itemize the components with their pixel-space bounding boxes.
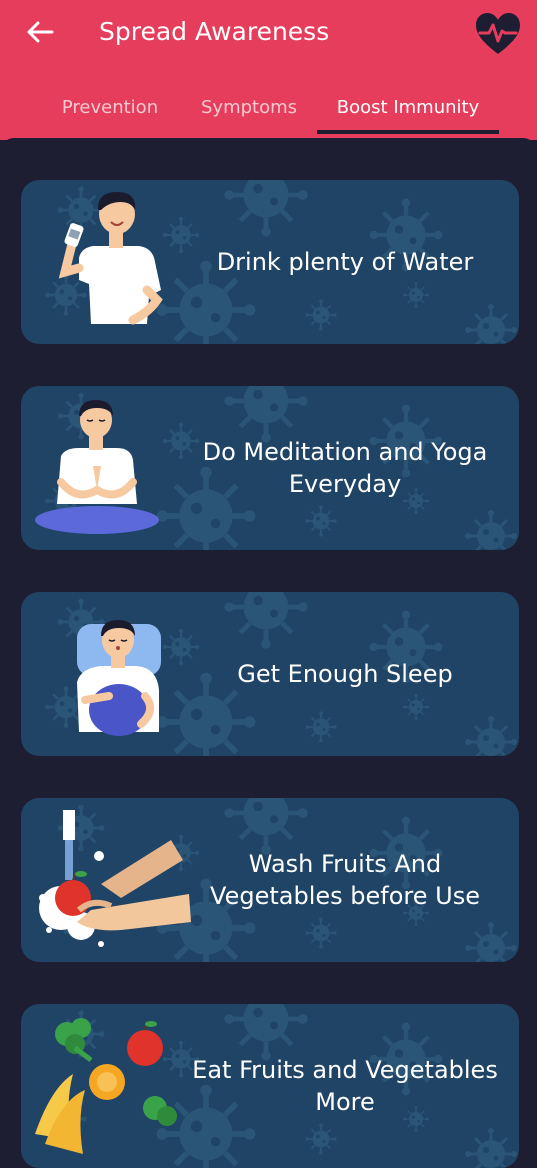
app-title: Spread Awareness (99, 17, 330, 46)
back-button[interactable] (22, 16, 58, 48)
card-eat-fruits-vegetables[interactable]: Eat Fruits and Vegetables More (21, 1004, 519, 1168)
card-label: Do Meditation and Yoga Everyday (202, 438, 488, 498)
card-label: Drink plenty of Water (216, 248, 474, 276)
card-meditation-yoga[interactable]: Do Meditation and Yoga Everyday (21, 386, 519, 550)
card-wash-fruits[interactable]: Wash Fruits And Vegetables before Use (21, 798, 519, 962)
card-label: Get Enough Sleep (237, 660, 453, 688)
card-drink-water[interactable]: Drink plenty of Water (21, 180, 519, 344)
card-label: Wash Fruits And Vegetables before Use (210, 850, 480, 910)
active-tab-indicator (317, 130, 499, 134)
card-label: Eat Fruits and Vegetables More (192, 1056, 498, 1116)
man-meditating-illustration (35, 400, 159, 534)
arrow-left-icon (27, 21, 54, 43)
tab-prevention[interactable]: Prevention (48, 86, 172, 134)
hands-washing-apple-illustration (39, 810, 191, 947)
content-area: Drink plenty of Water Do Meditation and … (0, 138, 537, 1168)
app-bar: Spread Awareness Prevention Symptoms Boo… (0, 0, 537, 140)
man-sleeping-illustration (77, 620, 161, 736)
card-enough-sleep[interactable]: Get Enough Sleep (21, 592, 519, 756)
tab-symptoms[interactable]: Symptoms (190, 86, 308, 134)
tab-boost-immunity[interactable]: Boost Immunity (317, 86, 499, 134)
fruits-and-vegetables-illustration (35, 1018, 177, 1154)
man-drinking-water-illustration (58, 192, 163, 325)
heart-pulse-icon[interactable] (474, 12, 522, 56)
tab-bar: Prevention Symptoms Boost Immunity (0, 86, 537, 136)
